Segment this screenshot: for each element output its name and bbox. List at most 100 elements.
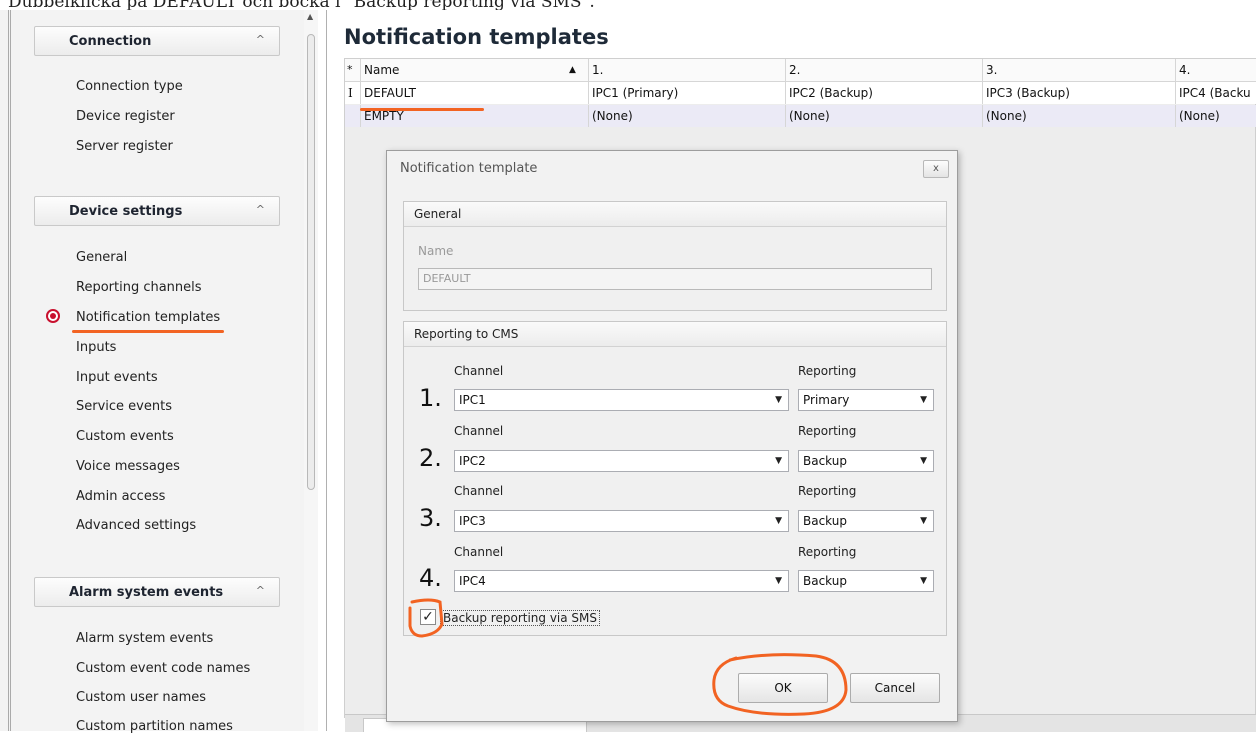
sidebar-edge-line: [8, 10, 11, 731]
scrollbar-thumb[interactable]: [307, 34, 315, 490]
sidebar-item-custom-event-code-names[interactable]: Custom event code names: [76, 661, 250, 676]
cell-3[interactable]: (None): [983, 105, 1176, 127]
selected-value: IPC1: [459, 393, 486, 407]
group-alarm-system-events[interactable]: Alarm system events ^: [34, 577, 280, 607]
notification-template-dialog: Notification template x General Name DEF…: [386, 150, 958, 722]
name-label: Name: [418, 244, 454, 258]
sidebar-item-general[interactable]: General: [76, 250, 127, 265]
channel-label: Channel: [454, 484, 504, 498]
scroll-up-icon[interactable]: ▲: [307, 12, 313, 21]
sidebar-item-device-register[interactable]: Device register: [76, 109, 175, 124]
group-connection[interactable]: Connection ^: [34, 26, 280, 56]
cancel-button[interactable]: Cancel: [850, 673, 940, 703]
sidebar-item-notification-templates[interactable]: Notification templates: [76, 310, 220, 325]
name-field[interactable]: DEFAULT: [418, 268, 932, 290]
sidebar-item-reporting-channels[interactable]: Reporting channels: [76, 280, 202, 295]
selected-value: Backup: [803, 574, 847, 588]
sidebar-item-advanced-settings[interactable]: Advanced settings: [76, 518, 196, 533]
reporting-label: Reporting: [798, 484, 857, 498]
cell-4[interactable]: IPC4 (Backu: [1176, 82, 1256, 104]
cell-2[interactable]: IPC2 (Backup): [786, 82, 983, 104]
selected-value: Backup: [803, 514, 847, 528]
cell-1[interactable]: IPC1 (Primary): [589, 82, 786, 104]
sidebar-item-custom-user-names[interactable]: Custom user names: [76, 690, 206, 705]
channel-select[interactable]: IPC4 ▼: [454, 570, 789, 592]
close-icon[interactable]: x: [923, 160, 949, 178]
cell-name[interactable]: DEFAULT: [361, 82, 589, 104]
grid-header-marker: *: [345, 59, 361, 81]
grid-header-col1[interactable]: 1.: [589, 59, 786, 81]
cell-2[interactable]: (None): [786, 105, 983, 127]
sidebar-item-voice-messages[interactable]: Voice messages: [76, 459, 180, 474]
dropdown-arrow-icon[interactable]: ▼: [775, 511, 782, 531]
sidebar-item-server-register[interactable]: Server register: [76, 139, 173, 154]
sidebar-item-connection-type[interactable]: Connection type: [76, 79, 183, 94]
group-title: Connection: [69, 34, 152, 49]
group-device-settings[interactable]: Device settings ^: [34, 196, 280, 226]
annotation-underline-notification-templates: [72, 330, 224, 333]
sidebar-item-custom-events[interactable]: Custom events: [76, 429, 174, 444]
grid-header-col3[interactable]: 3.: [983, 59, 1176, 81]
dropdown-arrow-icon[interactable]: ▼: [920, 571, 927, 591]
panel-header: General: [404, 202, 946, 227]
grid-header-col4[interactable]: 4.: [1176, 59, 1256, 81]
sidebar-scrollbar[interactable]: ▲: [304, 10, 318, 731]
dropdown-arrow-icon[interactable]: ▼: [775, 571, 782, 591]
reporting-select[interactable]: Backup ▼: [798, 510, 934, 532]
sidebar-item-inputs[interactable]: Inputs: [76, 340, 116, 355]
sidebar-item-admin-access[interactable]: Admin access: [76, 489, 165, 504]
row-number: 2.: [419, 444, 442, 472]
sort-ascending-icon: ▲: [569, 65, 576, 75]
dropdown-arrow-icon[interactable]: ▼: [920, 390, 927, 410]
sidebar-item-service-events[interactable]: Service events: [76, 399, 172, 414]
reporting-select[interactable]: Backup ▼: [798, 450, 934, 472]
group-title: Device settings: [69, 204, 183, 219]
channel-label: Channel: [454, 545, 504, 559]
cell-1[interactable]: (None): [589, 105, 786, 127]
selected-value: IPC3: [459, 514, 486, 528]
cell-4[interactable]: (None): [1176, 105, 1256, 127]
general-panel: General Name DEFAULT: [403, 201, 947, 311]
group-title: Alarm system events: [69, 585, 224, 600]
dropdown-arrow-icon[interactable]: ▼: [775, 451, 782, 471]
selected-value: IPC2: [459, 454, 486, 468]
table-row[interactable]: I DEFAULT IPC1 (Primary) IPC2 (Backup) I…: [345, 82, 1256, 104]
reporting-label: Reporting: [798, 545, 857, 559]
pane-splitter[interactable]: [326, 10, 327, 731]
dropdown-arrow-icon[interactable]: ▼: [920, 511, 927, 531]
sms-backup-label[interactable]: Backup reporting via SMS: [440, 610, 601, 626]
page-title: Notification templates: [344, 25, 609, 49]
collapse-icon[interactable]: ^: [256, 584, 265, 597]
sidebar-item-alarm-system-events[interactable]: Alarm system events: [76, 631, 213, 646]
channel-select[interactable]: IPC2 ▼: [454, 450, 789, 472]
channel-select[interactable]: IPC1 ▼: [454, 389, 789, 411]
channel-select[interactable]: IPC3 ▼: [454, 510, 789, 532]
collapse-icon[interactable]: ^: [256, 33, 265, 46]
grid-header-name[interactable]: Name ▲: [361, 59, 589, 81]
selected-value: IPC4: [459, 574, 486, 588]
dropdown-arrow-icon[interactable]: ▼: [775, 390, 782, 410]
sidebar-item-input-events[interactable]: Input events: [76, 370, 158, 385]
dropdown-arrow-icon[interactable]: ▼: [920, 451, 927, 471]
column-label: Name: [364, 63, 400, 77]
grid-header-col2[interactable]: 2.: [786, 59, 983, 81]
grid-header: * Name ▲ 1. 2. 3. 4.: [345, 59, 1256, 82]
reporting-select[interactable]: Backup ▼: [798, 570, 934, 592]
row-marker: [345, 105, 361, 127]
instruction-caption: Dubbelklicka på DEFAULT och bocka i "Bac…: [8, 0, 595, 10]
annotation-circle-ok-button: [712, 653, 848, 716]
row-marker: I: [345, 82, 361, 104]
selected-value: Backup: [803, 454, 847, 468]
selected-value: Primary: [803, 393, 850, 407]
annotation-underline-default: [360, 108, 484, 111]
cell-3[interactable]: IPC3 (Backup): [983, 82, 1176, 104]
annotation-circle-checkbox: [408, 598, 444, 638]
row-number: 4.: [419, 564, 442, 592]
selected-radio-icon: [46, 309, 60, 323]
collapse-icon[interactable]: ^: [256, 203, 265, 216]
reporting-select[interactable]: Primary ▼: [798, 389, 934, 411]
reporting-panel: Reporting to CMS Channel Reporting 1. IP…: [403, 321, 947, 636]
row-number: 1.: [419, 384, 442, 412]
panel-header: Reporting to CMS: [404, 322, 946, 347]
sidebar-item-custom-partition-names[interactable]: Custom partition names: [76, 719, 233, 734]
